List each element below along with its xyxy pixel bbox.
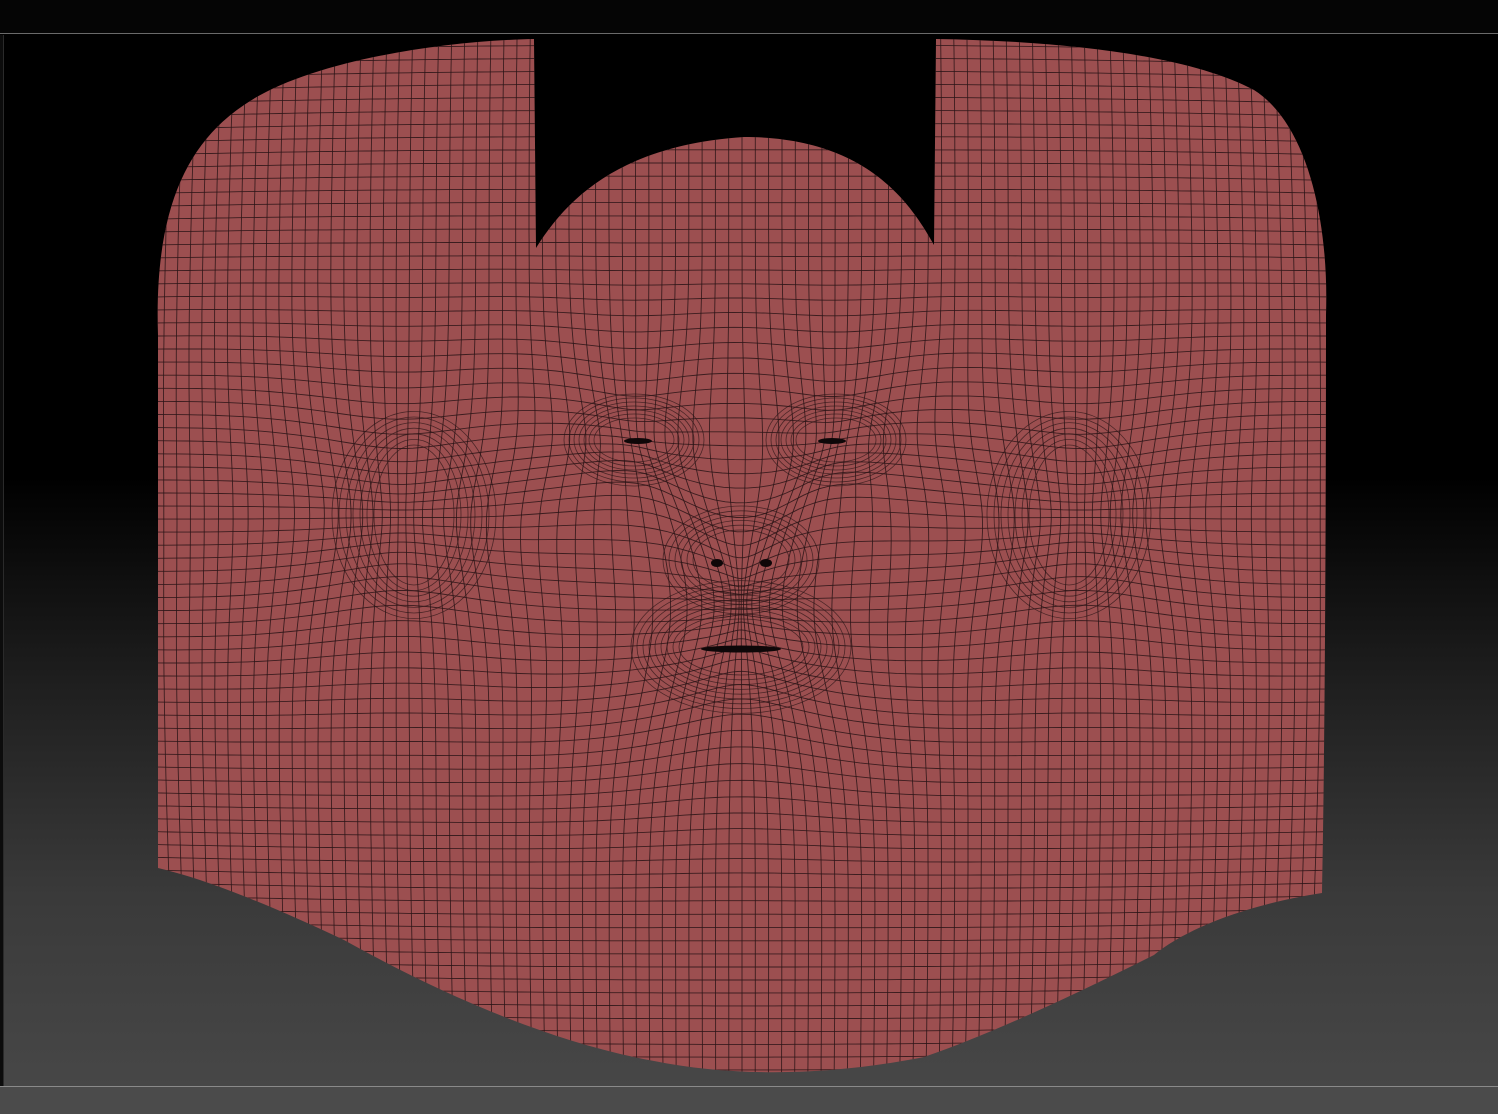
mesh-hole	[818, 438, 846, 444]
mesh-hole	[624, 438, 652, 444]
mesh-line-v	[1327, 35, 1333, 1086]
mesh-line-h	[144, 35, 1344, 38]
mesh-line-h	[157, 44, 1327, 52]
uv-map-canvas[interactable]	[4, 35, 1498, 1086]
mesh-hole	[701, 645, 781, 653]
mesh-line-v	[1340, 35, 1346, 1086]
bottom-shelf	[0, 1086, 1498, 1114]
mesh-line-v	[138, 35, 144, 1086]
mesh-hole	[711, 559, 723, 567]
uv-mesh	[138, 35, 1346, 1086]
top-toolbar	[0, 0, 1498, 34]
mesh-line-h	[144, 1078, 1344, 1083]
app-window	[0, 0, 1498, 1114]
mesh-hole	[760, 559, 772, 567]
document-viewport[interactable]	[4, 35, 1498, 1086]
mesh-line-v	[151, 35, 157, 1086]
